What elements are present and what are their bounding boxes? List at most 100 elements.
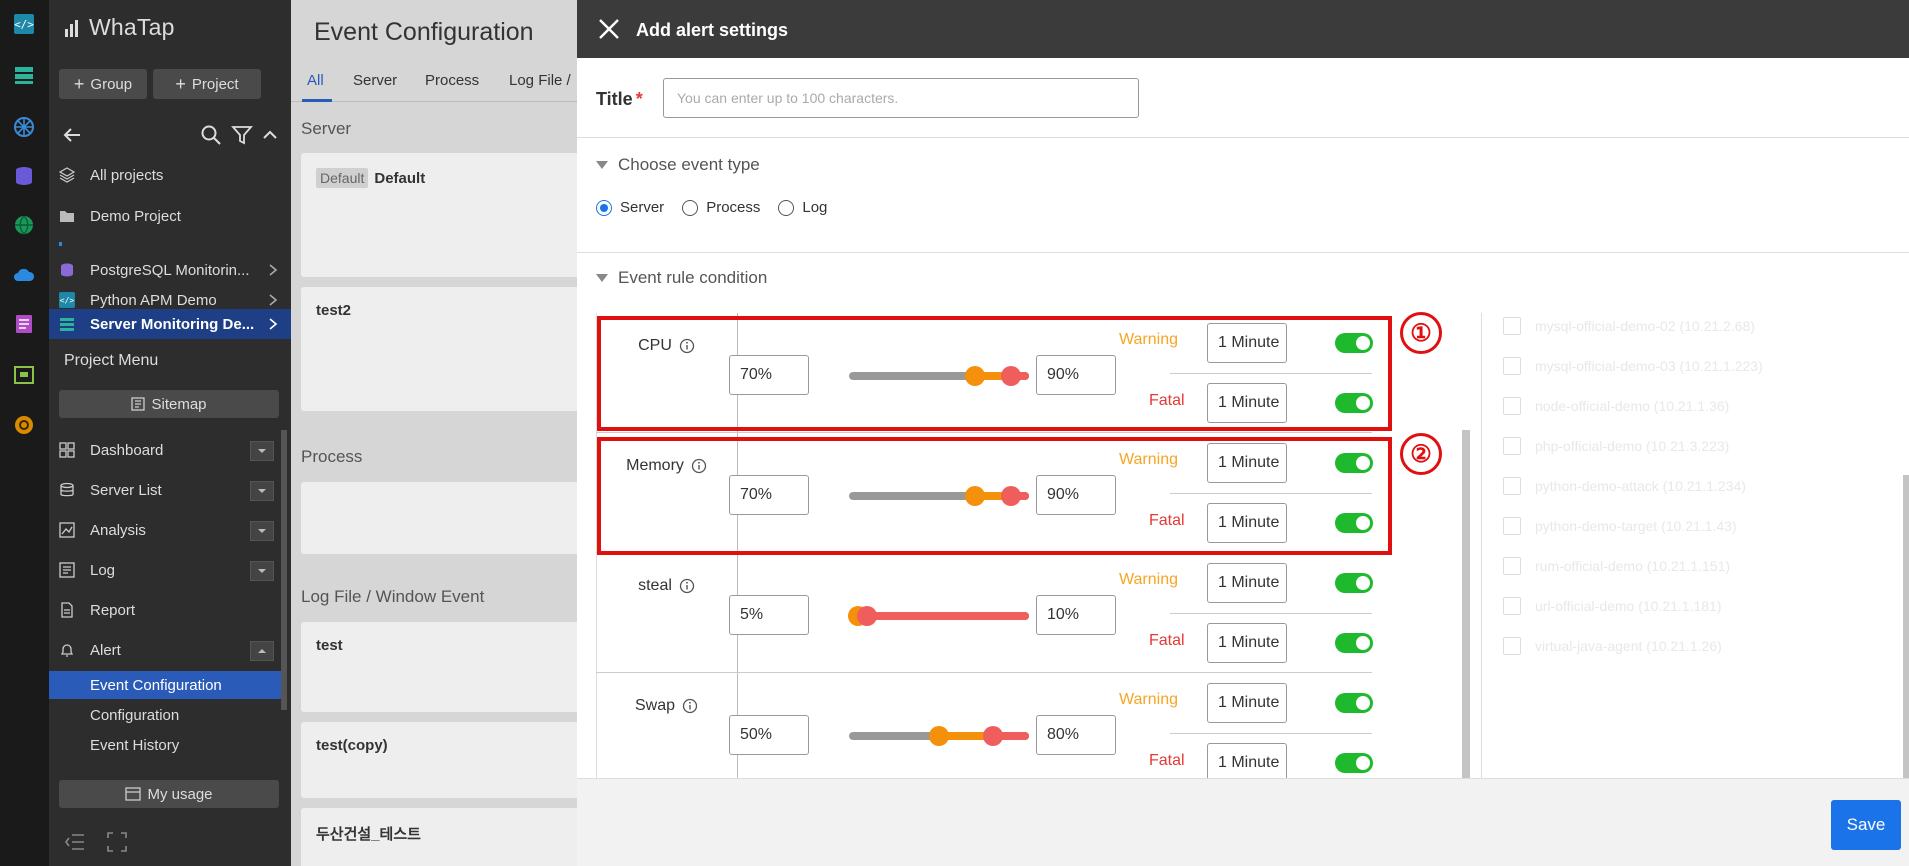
- add-group-button[interactable]: + Group: [59, 69, 147, 99]
- target-server-item[interactable]: php-official-demo (10.21.3.223): [1503, 437, 1729, 455]
- add-project-button[interactable]: + Project: [153, 69, 261, 99]
- fatal-slider-handle[interactable]: [857, 606, 877, 626]
- warning-enable-toggle[interactable]: [1335, 573, 1373, 593]
- warning-duration-select[interactable]: 1 Minute: [1207, 683, 1287, 723]
- search-icon[interactable]: [200, 124, 222, 146]
- database-app-icon[interactable]: [12, 164, 36, 188]
- menu-report[interactable]: Report: [49, 595, 291, 625]
- filter-icon[interactable]: [231, 124, 253, 146]
- target-server-item[interactable]: rum-official-demo (10.21.1.151): [1503, 557, 1730, 575]
- checkbox[interactable]: [1503, 397, 1521, 415]
- nav-item-all-projects[interactable]: All projects: [49, 160, 291, 190]
- checkbox[interactable]: [1503, 517, 1521, 535]
- save-button[interactable]: Save: [1831, 800, 1901, 850]
- tab-all[interactable]: All: [307, 72, 324, 89]
- checkbox[interactable]: [1503, 317, 1521, 335]
- tab-server[interactable]: Server: [353, 72, 397, 89]
- nav-item-postgresql[interactable]: PostgreSQL Monitorin...: [49, 255, 291, 285]
- checkbox[interactable]: [1503, 557, 1521, 575]
- checkbox[interactable]: [1503, 437, 1521, 455]
- expand-toggle[interactable]: [250, 441, 274, 461]
- fatal-enable-toggle[interactable]: [1335, 633, 1373, 653]
- callout-marker-2: ②: [1400, 433, 1442, 475]
- event-card[interactable]: test(copy): [301, 722, 577, 798]
- nav-item-demo-project[interactable]: Demo Project: [49, 201, 291, 231]
- submenu-configuration[interactable]: Configuration: [49, 701, 281, 729]
- required-marker: *: [635, 89, 643, 109]
- target-server-item[interactable]: url-official-demo (10.21.1.181): [1503, 597, 1722, 615]
- target-server-item[interactable]: mysql-official-demo-02 (10.21.2.68): [1503, 317, 1755, 335]
- nav-item-server-monitoring[interactable]: Server Monitoring De...: [49, 309, 291, 339]
- checkbox[interactable]: [1503, 637, 1521, 655]
- menu-log[interactable]: Log: [49, 555, 291, 585]
- title-input[interactable]: [663, 78, 1139, 118]
- menu-server-list[interactable]: Server List: [49, 475, 291, 505]
- database-icon: [61, 263, 73, 277]
- expand-toggle[interactable]: [250, 481, 274, 501]
- radio-process[interactable]: Process: [682, 199, 760, 216]
- checkbox[interactable]: [1503, 357, 1521, 375]
- modal-scrollbar[interactable]: [1903, 475, 1909, 778]
- server-app-icon[interactable]: [12, 63, 36, 87]
- monitor-app-icon[interactable]: [12, 363, 36, 387]
- fatal-threshold-input[interactable]: 80%: [1036, 715, 1116, 755]
- expand-toggle[interactable]: [250, 521, 274, 541]
- log-app-icon[interactable]: [12, 312, 36, 336]
- back-arrow-icon[interactable]: [61, 124, 83, 146]
- code-app-icon[interactable]: </>: [12, 12, 36, 36]
- caret-down-icon: [258, 449, 266, 453]
- fatal-enable-toggle[interactable]: [1335, 753, 1373, 773]
- fatal-slider-handle[interactable]: [983, 726, 1003, 746]
- target-server-item[interactable]: mysql-official-demo-03 (10.21.1.223): [1503, 357, 1763, 375]
- target-server-item[interactable]: node-official-demo (10.21.1.36): [1503, 397, 1729, 415]
- kubernetes-icon[interactable]: [12, 115, 36, 139]
- fatal-duration-select[interactable]: 1 Minute: [1207, 623, 1287, 663]
- fatal-duration-select[interactable]: 1 Minute: [1207, 743, 1287, 778]
- event-card[interactable]: test: [301, 622, 577, 712]
- network-app-icon[interactable]: [12, 413, 36, 437]
- event-rule-section-toggle[interactable]: Event rule condition: [596, 268, 767, 288]
- threshold-slider[interactable]: [849, 726, 1029, 746]
- collapse-up-icon[interactable]: [259, 124, 281, 146]
- warning-threshold-input[interactable]: 50%: [729, 715, 809, 755]
- my-usage-button[interactable]: My usage: [59, 780, 279, 808]
- expand-toggle[interactable]: [250, 561, 274, 581]
- checkbox[interactable]: [1503, 597, 1521, 615]
- radio-server[interactable]: Server: [596, 199, 664, 216]
- warning-duration-select[interactable]: 1 Minute: [1207, 563, 1287, 603]
- target-server-item[interactable]: python-demo-attack (10.21.1.234): [1503, 477, 1746, 495]
- rule-table-scrollbar[interactable]: [1462, 430, 1470, 778]
- target-server-item[interactable]: virtual-java-agent (10.21.1.26): [1503, 637, 1722, 655]
- warning-enable-toggle[interactable]: [1335, 693, 1373, 713]
- warning-slider-handle[interactable]: [929, 726, 949, 746]
- event-card[interactable]: Default Default: [301, 153, 577, 277]
- brand-logo[interactable]: WhaTap: [63, 14, 175, 41]
- event-card[interactable]: 두산건설_테스트: [301, 808, 577, 866]
- sitemap-button[interactable]: Sitemap: [59, 390, 279, 418]
- submenu-event-history[interactable]: Event History: [49, 731, 281, 759]
- menu-analysis[interactable]: Analysis: [49, 515, 291, 545]
- warning-threshold-input[interactable]: 5%: [729, 595, 809, 635]
- menu-dashboard[interactable]: Dashboard: [49, 435, 291, 465]
- cloud-icon[interactable]: [12, 263, 36, 287]
- nav-scrollbar[interactable]: [281, 430, 287, 710]
- collapse-toggle[interactable]: [250, 641, 274, 661]
- event-type-section-toggle[interactable]: Choose event type: [596, 155, 760, 175]
- modal-footer: Save: [577, 778, 1909, 866]
- fatal-threshold-input[interactable]: 10%: [1036, 595, 1116, 635]
- target-server-item[interactable]: python-demo-target (10.21.1.43): [1503, 517, 1737, 535]
- checkbox[interactable]: [1503, 477, 1521, 495]
- event-card[interactable]: test2: [301, 287, 577, 411]
- globe-icon[interactable]: [12, 213, 36, 237]
- collapse-sidebar-icon[interactable]: [64, 832, 86, 852]
- info-icon[interactable]: [679, 578, 695, 594]
- submenu-event-configuration[interactable]: Event Configuration: [49, 671, 281, 699]
- threshold-slider[interactable]: [848, 606, 1029, 626]
- info-icon[interactable]: [682, 698, 698, 714]
- tab-log-file[interactable]: Log File /: [509, 72, 571, 89]
- close-icon[interactable]: [597, 17, 621, 41]
- tab-process[interactable]: Process: [425, 72, 479, 89]
- menu-alert[interactable]: Alert: [49, 635, 291, 665]
- radio-log[interactable]: Log: [778, 199, 827, 216]
- fullscreen-icon[interactable]: [107, 832, 127, 852]
